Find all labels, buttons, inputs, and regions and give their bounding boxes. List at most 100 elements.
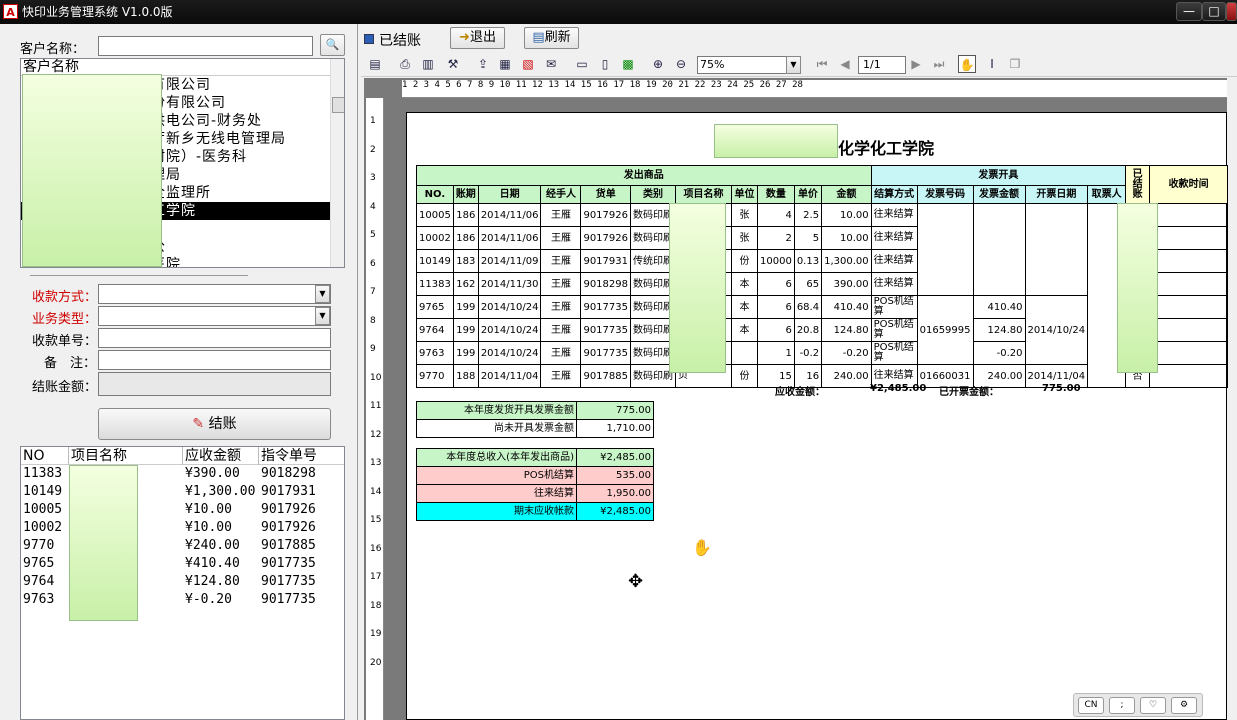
single-page-icon[interactable]: ▯ bbox=[596, 55, 614, 73]
export-icon[interactable]: ⇪ bbox=[474, 55, 492, 73]
summary-value: 1,710.00 bbox=[576, 419, 654, 438]
page-setup-icon[interactable]: ▭ bbox=[573, 55, 591, 73]
grid-cell-no: 11383 bbox=[23, 466, 63, 481]
remark-input[interactable] bbox=[98, 350, 331, 370]
ruler-mark: 11 bbox=[370, 401, 382, 411]
close-button[interactable] bbox=[1226, 2, 1237, 21]
report-cell-paytime bbox=[1149, 272, 1228, 296]
redaction-block bbox=[22, 74, 162, 267]
report-cell-m: 往来结算 bbox=[870, 272, 918, 296]
pdf-icon[interactable]: ▧ bbox=[519, 55, 537, 73]
chevron-down-icon[interactable]: ▼ bbox=[315, 285, 330, 303]
report-invoice-cell: 2014/10/24 bbox=[1024, 295, 1089, 365]
next-page-icon[interactable]: ▶ bbox=[907, 55, 925, 73]
maximize-button[interactable]: □ bbox=[1202, 2, 1226, 21]
report-cell-u: 张 bbox=[731, 226, 758, 250]
app-icon: A bbox=[3, 4, 18, 19]
report-cell-u: 张 bbox=[731, 203, 758, 227]
report-cell-m: POS机结 算 bbox=[870, 341, 918, 365]
heart-icon[interactable]: ♡ bbox=[1140, 697, 1166, 714]
report-invoice-cell: 01659995 bbox=[916, 295, 974, 365]
chevron-down-icon[interactable]: ▼ bbox=[315, 307, 330, 325]
receivable-value: ¥2,485.00 bbox=[870, 383, 927, 394]
refresh-button[interactable]: ▤刷新 bbox=[524, 27, 579, 49]
report-cell-no: 11383 bbox=[416, 272, 454, 296]
zoom-select[interactable]: 75% bbox=[697, 56, 787, 74]
report-invoice-cell bbox=[1024, 203, 1089, 296]
report-cell-h: 王雁 bbox=[540, 318, 582, 342]
report-cell-a: 10.00 bbox=[821, 203, 872, 227]
report-invoice-cell bbox=[972, 203, 1026, 296]
chevron-down-icon[interactable]: ▼ bbox=[786, 56, 801, 74]
receipt-no-input[interactable] bbox=[98, 328, 331, 348]
mail-icon[interactable]: ✉ bbox=[542, 55, 560, 73]
redaction-block bbox=[69, 465, 138, 621]
vertical-ruler: 1 2 3 4 5 6 7 8 9 10 11 12 13 14 15 16 17 18 19 20 bbox=[366, 98, 384, 720]
outline-icon[interactable]: ▤ bbox=[366, 55, 384, 73]
scrollbar-thumb[interactable] bbox=[332, 97, 344, 113]
customer-name-input[interactable] bbox=[98, 36, 313, 56]
col-no: NO bbox=[21, 447, 69, 465]
gear-icon[interactable]: ⚙ bbox=[1171, 697, 1197, 714]
refresh-label: 刷新 bbox=[544, 30, 571, 45]
report-cell-pr: -0.2 bbox=[793, 341, 823, 365]
col-amount: 应收金额 bbox=[183, 447, 259, 465]
multi-page-icon[interactable]: ▩ bbox=[619, 55, 637, 73]
ruler-mark: 5 bbox=[370, 230, 376, 240]
zoom-in-icon[interactable]: ⊕ bbox=[649, 55, 667, 73]
invoiced-value: 775.00 bbox=[1042, 383, 1081, 394]
hand-cursor-icon: ✋ bbox=[692, 538, 712, 557]
report-cell-q: 4 bbox=[757, 203, 795, 227]
ruler-mark: 16 bbox=[370, 543, 382, 554]
print-icon[interactable]: ⎙ bbox=[396, 55, 414, 73]
report-cell-o: 9017931 bbox=[580, 249, 631, 273]
search-customer-button[interactable]: 🔍 bbox=[320, 34, 345, 56]
payment-method-select[interactable] bbox=[98, 284, 331, 304]
ruler-mark: 6 bbox=[370, 258, 376, 269]
hand-tool-icon[interactable]: ✋ bbox=[958, 55, 976, 73]
ruler-mark: 8 bbox=[370, 315, 376, 326]
grid-cell-order: 9017926 bbox=[261, 502, 316, 517]
exit-button[interactable]: ➜退出 bbox=[450, 27, 505, 49]
customer-list-scrollbar[interactable] bbox=[330, 59, 344, 267]
report-cell-p: 199 bbox=[452, 295, 479, 319]
report-col-header: 发票号码 bbox=[916, 185, 974, 204]
grid-cell-order: 9017931 bbox=[261, 484, 316, 499]
minimize-button[interactable]: — bbox=[1176, 2, 1202, 21]
prev-page-icon[interactable]: ◀ bbox=[836, 55, 854, 73]
report-cell-m: POS机结 算 bbox=[870, 318, 918, 342]
preview-toolbar: ▤ ⎙ ▥ ⚒ ⇪ ▦ ▧ ✉ ▭ ▯ ▩ ⊕ ⊖ 75% ▼ ⏮ ◀ 1/1 … bbox=[361, 52, 1237, 77]
zoom-out-icon[interactable]: ⊖ bbox=[672, 55, 690, 73]
page-input[interactable]: 1/1 bbox=[858, 56, 906, 74]
report-cell-h: 王雁 bbox=[540, 249, 582, 273]
settle-amount-label: 结账金额： bbox=[32, 380, 98, 395]
settle-button[interactable]: ✎ 结账 bbox=[98, 408, 331, 440]
settled-checkbox[interactable] bbox=[364, 34, 374, 44]
report-cell-paytime bbox=[1149, 203, 1228, 227]
ruler-mark: 15 bbox=[370, 515, 382, 525]
report-col-header: 类别 bbox=[630, 185, 676, 204]
report-col-header: 日期 bbox=[477, 185, 542, 204]
text-select-icon[interactable]: I bbox=[983, 55, 1001, 73]
col-settled: 已结账 bbox=[1125, 165, 1151, 204]
last-page-icon[interactable]: ⏭ bbox=[930, 55, 948, 73]
summary-value: 1,950.00 bbox=[576, 484, 654, 503]
col-paytime: 收款时间 bbox=[1149, 165, 1228, 204]
tools-icon[interactable]: ⚒ bbox=[444, 55, 462, 73]
report-cell-paytime bbox=[1149, 318, 1228, 342]
first-page-icon[interactable]: ⏮ bbox=[813, 55, 831, 73]
report-cell-o: 9017735 bbox=[580, 295, 631, 319]
ime-punct-button[interactable]: ; bbox=[1109, 697, 1135, 714]
report-cell-q: 2 bbox=[757, 226, 795, 250]
copy-icon[interactable]: ❐ bbox=[1006, 55, 1024, 73]
summary-table-2: 本年度总收入(本年发出商品) ¥2,485.00 POS机结算 535.00 往来结算 1… bbox=[416, 448, 654, 521]
report-cell-o: 9017885 bbox=[580, 364, 631, 388]
excel-icon[interactable]: ▦ bbox=[496, 55, 514, 73]
report-col-header: 单位 bbox=[731, 185, 758, 204]
ruler-mark: 2 bbox=[370, 144, 376, 155]
ime-lang-button[interactable]: CN bbox=[1078, 697, 1104, 714]
settle-amount-input[interactable] bbox=[98, 372, 331, 396]
book-icon[interactable]: ▥ bbox=[419, 55, 437, 73]
business-type-select[interactable] bbox=[98, 306, 331, 326]
edit-icon: ✎ bbox=[192, 416, 205, 432]
